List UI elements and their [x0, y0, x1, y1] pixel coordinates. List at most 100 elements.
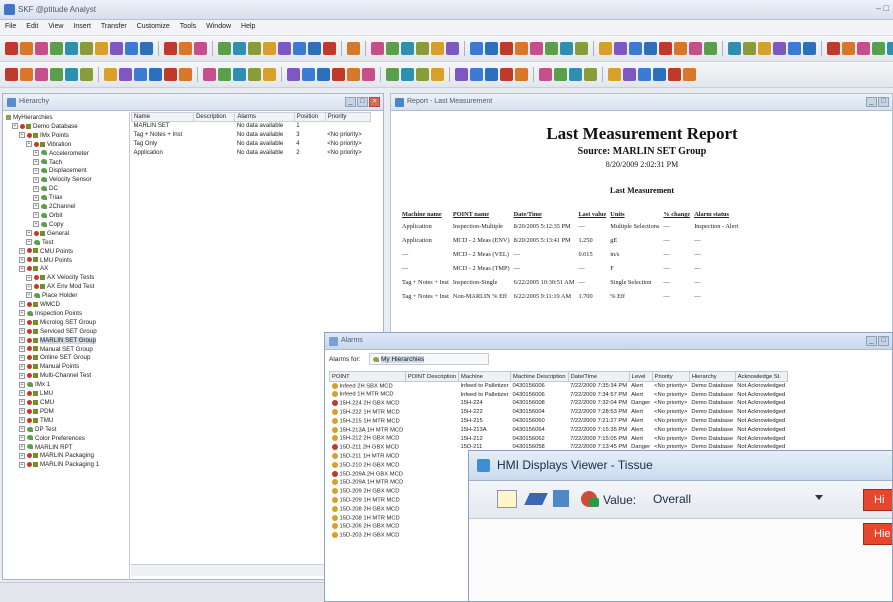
expand-icon[interactable]: +	[19, 408, 25, 415]
toolbar-button-icon[interactable]	[308, 42, 321, 55]
expand-icon[interactable]: +	[19, 132, 25, 139]
toolbar-button-icon[interactable]	[446, 42, 459, 55]
toolbar-button-icon[interactable]	[569, 68, 582, 81]
splitter[interactable]	[129, 112, 130, 580]
expand-icon[interactable]: +	[19, 328, 25, 335]
alarm-column-header[interactable]: Machine Description	[510, 371, 569, 382]
toolbar-button-icon[interactable]	[515, 42, 528, 55]
toolbar-button-icon[interactable]	[608, 68, 621, 81]
tree-node[interactable]: + Manual SET Group	[6, 346, 124, 355]
tree-node[interactable]: + Serviced SET Group	[6, 328, 124, 337]
toolbar-button-icon[interactable]	[35, 68, 48, 81]
tree-node[interactable]: + Orbit	[6, 212, 124, 221]
toolbar-button-icon[interactable]	[614, 42, 627, 55]
toolbar-button-icon[interactable]	[125, 42, 138, 55]
expand-icon[interactable]: +	[26, 141, 32, 148]
toolbar-button-icon[interactable]	[287, 68, 300, 81]
toolbar-button-icon[interactable]	[470, 68, 483, 81]
alarm-row[interactable]: 15H-213A 1H MTR MCD 15H-213A 0430156064 7/2…	[330, 425, 788, 434]
toolbar-button-icon[interactable]	[455, 68, 468, 81]
expand-icon[interactable]: +	[19, 256, 25, 263]
toolbar-button-icon[interactable]	[560, 42, 573, 55]
column-header[interactable]: Name	[130, 112, 195, 122]
minimize-button[interactable]: _	[866, 97, 877, 107]
toolbar-button-icon[interactable]	[485, 42, 498, 55]
toolbar-button-icon[interactable]	[401, 42, 414, 55]
toolbar-button-icon[interactable]	[416, 42, 429, 55]
toolbar-button-icon[interactable]	[347, 42, 360, 55]
minimize-button[interactable]: _	[345, 97, 356, 107]
toolbar-button-icon[interactable]	[386, 42, 399, 55]
toolbar-button-icon[interactable]	[638, 68, 651, 81]
toolbar-button-icon[interactable]	[803, 42, 816, 55]
toolbar-button-icon[interactable]	[332, 68, 345, 81]
toolbar-button-icon[interactable]	[758, 42, 771, 55]
menu-item[interactable]: Transfer	[96, 20, 132, 33]
expand-icon[interactable]: +	[19, 310, 25, 317]
expand-icon[interactable]: +	[19, 301, 25, 308]
tree-node[interactable]: + General	[6, 230, 124, 239]
tree-node[interactable]: + Color Preferences	[6, 435, 124, 444]
toolbar-button-icon[interactable]	[149, 68, 162, 81]
copy-icon[interactable]	[553, 490, 569, 507]
toolbar-button-icon[interactable]	[134, 68, 147, 81]
toolbar-button-icon[interactable]	[278, 42, 291, 55]
expand-icon[interactable]: +	[19, 363, 25, 370]
tree-node[interactable]: + Copy	[6, 221, 124, 230]
toolbar-button-icon[interactable]	[704, 42, 717, 55]
column-header[interactable]: Alarms	[234, 112, 295, 122]
toolbar-button-icon[interactable]	[386, 68, 399, 81]
tree-node[interactable]: + DP Test	[6, 426, 124, 435]
expand-icon[interactable]: +	[19, 452, 25, 459]
menu-item[interactable]: Tools	[175, 20, 201, 33]
toolbar-button-icon[interactable]	[683, 68, 696, 81]
toolbar-button-icon[interactable]	[659, 42, 672, 55]
expand-icon[interactable]: +	[26, 274, 32, 281]
expand-icon[interactable]: +	[19, 461, 25, 468]
toolbar-button-icon[interactable]	[644, 42, 657, 55]
toolbar-button-icon[interactable]	[5, 68, 18, 81]
toolbar-button-icon[interactable]	[431, 42, 444, 55]
tree-node[interactable]: + Vibration	[6, 141, 124, 150]
expand-icon[interactable]: +	[33, 185, 39, 192]
tree-node[interactable]: + Online SET Group	[6, 354, 124, 363]
toolbar-button-icon[interactable]	[293, 42, 306, 55]
expand-icon[interactable]: +	[19, 434, 25, 441]
menu-item[interactable]: File	[0, 20, 21, 33]
expand-icon[interactable]: +	[26, 230, 32, 237]
tree-node[interactable]: + LMU Points	[6, 257, 124, 266]
toolbar-button-icon[interactable]	[599, 42, 612, 55]
toolbar-button-icon[interactable]	[218, 68, 231, 81]
expand-icon[interactable]: +	[33, 203, 39, 210]
toolbar-button-icon[interactable]	[194, 42, 207, 55]
toolbar-button-icon[interactable]	[35, 42, 48, 55]
alarm-row[interactable]: 15H-222 1H MTR MCD 15H-222 0430156004 7/22/…	[330, 408, 788, 417]
alarm-row[interactable]: 15H-212 2H GBX MCD 15H-212 0430156062 7/22/…	[330, 434, 788, 443]
alarm-row[interactable]: 15H-215 1H MTR MCD 15H-215 0430156060 7/22/…	[330, 417, 788, 426]
alarm-column-header[interactable]: Hierarchy	[688, 371, 736, 382]
toolbar-button-icon[interactable]	[743, 42, 756, 55]
tree-node[interactable]: + IMx Points	[6, 132, 124, 141]
menu-item[interactable]: Window	[201, 20, 236, 33]
hmi-alarm-button-2[interactable]: Hie	[863, 523, 892, 545]
toolbar-button-icon[interactable]	[323, 42, 336, 55]
toolbar-button-icon[interactable]	[179, 68, 192, 81]
maximize-button[interactable]: □	[878, 336, 889, 346]
toolbar-button-icon[interactable]	[233, 68, 246, 81]
tree-node[interactable]: + MARLIN Packaging 1	[6, 461, 124, 470]
toolbar-button-icon[interactable]	[80, 42, 93, 55]
toolbar-button-icon[interactable]	[248, 42, 261, 55]
expand-icon[interactable]: +	[33, 167, 39, 174]
alarm-row[interactable]: Infeed 2H SBX MCD Infeed to Palletizer 043…	[330, 382, 788, 391]
toolbar-button-icon[interactable]	[575, 42, 588, 55]
toolbar-button-icon[interactable]	[20, 68, 33, 81]
toolbar-button-icon[interactable]	[857, 42, 870, 55]
minimize-button[interactable]: _	[866, 336, 877, 346]
toolbar-button-icon[interactable]	[5, 42, 18, 55]
toolbar-button-icon[interactable]	[248, 68, 261, 81]
alarm-column-header[interactable]: Acknowledge St.	[734, 371, 788, 382]
column-header[interactable]: Description	[193, 112, 236, 122]
expand-icon[interactable]: +	[19, 417, 25, 424]
toolbar-button-icon[interactable]	[401, 68, 414, 81]
tree-node[interactable]: + CMU Points	[6, 248, 124, 257]
